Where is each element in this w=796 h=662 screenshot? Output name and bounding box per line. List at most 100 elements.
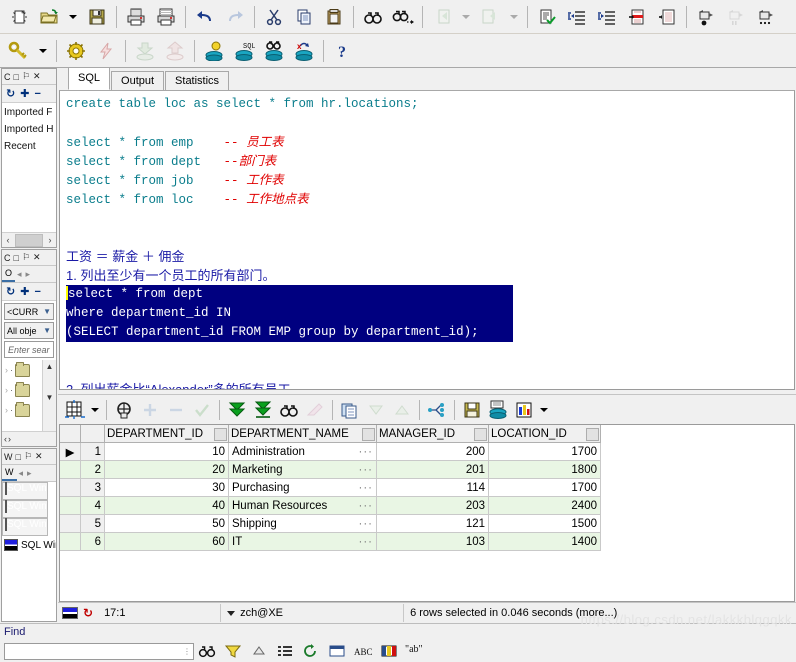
chevron-down-icon[interactable] [227, 610, 236, 616]
expand-chevron-icon[interactable]: › [5, 365, 8, 375]
cell-manager-id[interactable]: 200 [376, 442, 489, 461]
close-icon[interactable]: ✕ [33, 252, 41, 263]
delete-row-icon[interactable] [163, 398, 189, 422]
export-icon[interactable] [160, 37, 190, 65]
check-syntax-icon[interactable] [532, 3, 562, 31]
export-data-icon[interactable] [459, 398, 485, 422]
highlight-icon[interactable] [302, 398, 328, 422]
add-icon[interactable]: ✚ [20, 87, 29, 100]
column-header-department-name[interactable]: DEPARTMENT_NAME [228, 425, 377, 443]
window-icon[interactable] [324, 641, 350, 661]
cell-location-id[interactable]: 2400 [488, 496, 601, 515]
grid-corner[interactable] [60, 425, 81, 443]
print-icon[interactable] [121, 3, 151, 31]
cell-manager-id[interactable]: 201 [376, 460, 489, 479]
tab-scroll-left-icon[interactable]: ◂ [15, 269, 24, 280]
grid-find-icon[interactable] [276, 398, 302, 422]
cell-ellipsis[interactable]: ··· [359, 536, 374, 548]
copy-icon[interactable] [289, 3, 319, 31]
scroll-up-icon[interactable]: ▲ [43, 360, 56, 373]
find-db-icon[interactable] [259, 37, 289, 65]
find-binoculars-icon[interactable] [194, 641, 220, 661]
open-windows-list[interactable]: SQL Win SQL Win SQL Win SQL Win [2, 482, 56, 621]
cell-location-id[interactable]: 1800 [488, 460, 601, 479]
cell-ellipsis[interactable]: ··· [359, 518, 374, 530]
fetch-next-icon[interactable] [224, 398, 250, 422]
cell-department-name[interactable]: ··· IT [228, 532, 377, 551]
scroll-thumb[interactable] [15, 233, 43, 247]
row-number[interactable]: 3 [80, 478, 105, 497]
column-resize-grip[interactable] [362, 428, 375, 441]
cell-department-id[interactable]: 10 [104, 442, 229, 461]
connection-cell[interactable]: zch@XE [221, 604, 405, 622]
cell-manager-id[interactable]: 103 [376, 532, 489, 551]
cut-icon[interactable] [259, 3, 289, 31]
row-number[interactable]: 5 [80, 514, 105, 533]
cell-location-id[interactable]: 1700 [488, 442, 601, 461]
tab-scroll-right-icon[interactable]: ▸ [24, 269, 33, 280]
maximize-icon[interactable]: □ [14, 72, 19, 82]
find-history-icon[interactable]: ⋮ [183, 647, 191, 656]
add-row-icon[interactable] [137, 398, 163, 422]
back-icon[interactable] [427, 3, 457, 31]
cell-department-id[interactable]: 20 [104, 460, 229, 479]
cell-location-id[interactable]: 1400 [488, 532, 601, 551]
cell-ellipsis[interactable]: ··· [359, 500, 374, 512]
fetch-all-icon[interactable] [250, 398, 276, 422]
cell-ellipsis[interactable]: ··· [359, 482, 374, 494]
tree-vscrollbar[interactable]: ▲ ▼ [42, 360, 56, 431]
cell-department-name[interactable]: ··· Marketing [228, 460, 377, 479]
refresh-icon[interactable]: ↻ [6, 87, 15, 100]
result-grid[interactable]: DEPARTMENT_ID DEPARTMENT_NAME MANAGER_ID… [59, 424, 795, 602]
column-resize-grip[interactable] [586, 428, 599, 441]
list-item[interactable]: SQL Win [2, 536, 56, 554]
cell-department-id[interactable]: 40 [104, 496, 229, 515]
grid-layout-icon[interactable] [62, 398, 88, 422]
sort-asc-icon[interactable] [389, 398, 415, 422]
remove-icon[interactable]: − [34, 88, 40, 100]
scroll-left-icon[interactable]: ‹ [4, 434, 7, 444]
session-icon[interactable] [199, 37, 229, 65]
expand-chevron-icon[interactable]: › [5, 405, 8, 415]
cell-manager-id[interactable]: 121 [376, 514, 489, 533]
refresh-icon[interactable]: ↻ [83, 606, 93, 620]
column-header-manager-id[interactable]: MANAGER_ID [376, 425, 489, 443]
cell-department-name[interactable]: ··· Administration [228, 442, 377, 461]
tab-scroll-right-icon[interactable]: ▸ [25, 468, 34, 479]
scroll-right-icon[interactable]: › [44, 235, 56, 245]
list-item[interactable]: Imported F [2, 104, 56, 121]
find-up-icon[interactable] [246, 641, 272, 661]
explain-plan-icon[interactable] [424, 398, 450, 422]
open-dropdown-caret[interactable] [64, 3, 82, 31]
case-abc-icon[interactable]: ABC [350, 641, 376, 661]
list-icon[interactable] [272, 641, 298, 661]
paste-icon[interactable] [319, 3, 349, 31]
list-item[interactable]: SQL Win [2, 518, 48, 536]
column-header-location-id[interactable]: LOCATION_ID [488, 425, 601, 443]
find-next-icon[interactable] [388, 3, 418, 31]
cell-department-id[interactable]: 60 [104, 532, 229, 551]
commit-check-icon[interactable] [189, 398, 215, 422]
forward-dropdown-caret[interactable] [505, 3, 523, 31]
new-file-icon[interactable] [4, 3, 34, 31]
sql-editor[interactable]: create table loc as select * from hr.loc… [59, 90, 795, 390]
cell-department-name[interactable]: ··· Shipping [228, 514, 377, 533]
files-list[interactable]: Imported F Imported H Recent [2, 103, 56, 232]
forward-icon[interactable] [475, 3, 505, 31]
maximize-icon[interactable]: □ [14, 253, 19, 263]
open-folder-icon[interactable] [34, 3, 64, 31]
sort-desc-icon[interactable] [363, 398, 389, 422]
table-row[interactable]: 5 50 ··· Shipping 121 1500 [60, 514, 601, 533]
column-header-department-id[interactable]: DEPARTMENT_ID [104, 425, 229, 443]
outdent-icon[interactable] [592, 3, 622, 31]
row-number[interactable]: 4 [80, 496, 105, 515]
cell-department-id[interactable]: 30 [104, 478, 229, 497]
remove-icon[interactable]: − [34, 286, 40, 298]
list-item[interactable]: Recent [2, 138, 56, 155]
chart-caret[interactable] [537, 398, 551, 422]
list-item[interactable]: Imported H [2, 121, 56, 138]
object-search-input[interactable]: Enter sear [4, 341, 54, 358]
row-number[interactable]: 1 [80, 442, 105, 461]
table-row[interactable]: 6 60 ··· IT 103 1400 [60, 532, 601, 551]
filter-icon[interactable] [220, 641, 246, 661]
